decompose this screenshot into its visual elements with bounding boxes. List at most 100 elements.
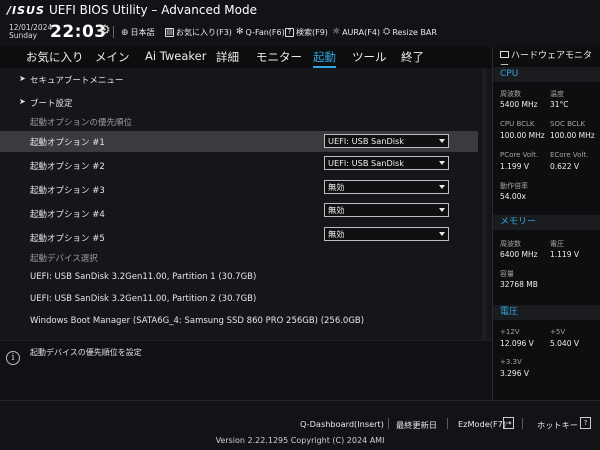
aura-label: AURA(F4) — [342, 27, 381, 37]
boot-device-item[interactable]: Windows Boot Manager (SATA6G_4: Samsung … — [0, 314, 478, 332]
search-label: 検索(F9) — [296, 28, 328, 37]
mem-freq-label: 周波数 — [500, 240, 521, 248]
ezmode-button[interactable]: EzMode(F7) — [458, 419, 506, 429]
boot-option-4-select[interactable]: 無効 — [324, 203, 449, 217]
header-divider — [113, 26, 114, 38]
main-scrollbar[interactable] — [482, 68, 487, 340]
day-text: Sunday — [9, 31, 38, 40]
fan-icon: ✻ — [236, 27, 244, 37]
cpu-section-header: CPU — [493, 67, 600, 82]
boot-option-label: 起動オプション #4 — [30, 210, 105, 220]
tab-exit[interactable]: 終了 — [401, 49, 424, 65]
pcore-volt-value: 1.199 V — [500, 162, 529, 171]
version-text: Version 2.22.1295 Copyright (C) 2024 AMI — [215, 436, 385, 445]
chevron-down-icon — [439, 232, 445, 236]
ecore-volt-label: ECore Volt. — [550, 151, 589, 159]
soc-bclk-value: 100.00 MHz — [550, 131, 595, 140]
aura-icon: ☼ — [332, 27, 341, 37]
voltage-section-header: 電圧 — [493, 305, 600, 320]
boot-option-5-select[interactable]: 無効 — [324, 227, 449, 241]
app-title: UEFI BIOS Utility – Advanced Mode — [49, 3, 257, 17]
v33-value: 3.296 V — [500, 369, 529, 378]
monitor-icon — [500, 51, 509, 58]
footer-bar: Q-Dashboard(Insert) 最終更新日 EzMode(F7) ⇥ ホ… — [0, 400, 600, 450]
mem-capacity-value: 32768 MB — [500, 280, 538, 289]
footer-divider — [522, 418, 523, 429]
q-dashboard-button[interactable]: Q-Dashboard(Insert) — [300, 419, 384, 429]
info-icon: i — [6, 351, 20, 365]
exit-arrow-icon[interactable]: ⇥ — [503, 417, 514, 429]
chevron-down-icon — [439, 185, 445, 189]
help-panel: i 起動デバイスの優先順位を設定 — [0, 340, 492, 400]
help-text: 起動デバイスの優先順位を設定 — [30, 348, 142, 357]
tab-advanced[interactable]: 詳細 — [216, 49, 239, 65]
hardware-monitor: ハードウェアモニター CPU 周波数 温度 5400 MHz 31°C CPU … — [492, 47, 600, 400]
v5-value: 5.040 V — [550, 339, 579, 348]
cpu-temp-value: 31°C — [550, 100, 569, 109]
boot-device-item[interactable]: UEFI: USB SanDisk 3.2Gen11.00, Partition… — [0, 292, 478, 310]
last-modified-button[interactable]: 最終更新日 — [396, 419, 437, 431]
globe-icon: ⊕ — [121, 27, 129, 38]
hotkeys-button[interactable]: ホットキー — [537, 419, 578, 431]
qfan-label: Q-Fan(F6) — [245, 27, 285, 37]
resize-icon: ⛭ — [383, 27, 391, 37]
favorites-icon: ▤ — [165, 28, 174, 37]
cpu-bclk-value: 100.00 MHz — [500, 131, 545, 140]
footer-divider — [447, 418, 448, 429]
cpu-ratio-label: 動作倍率 — [500, 182, 528, 190]
boot-option-label: 起動オプション #3 — [30, 186, 105, 196]
asus-logo: /ISUS — [7, 4, 45, 17]
aura-button[interactable]: ☼ AURA(F4) — [332, 27, 380, 37]
search-button[interactable]: ? 検索(F9) — [285, 27, 328, 38]
footer-divider — [388, 418, 389, 429]
top-header: /ISUS UEFI BIOS Utility – Advanced Mode … — [0, 0, 600, 47]
tab-boot[interactable]: 起動 — [313, 49, 336, 68]
chevron-down-icon — [439, 139, 445, 143]
boot-device-item[interactable]: UEFI: USB SanDisk 3.2Gen11.00, Partition… — [0, 270, 478, 288]
hotkey-icon[interactable]: ? — [580, 417, 591, 429]
tab-ai-tweaker[interactable]: Ai Tweaker — [145, 49, 206, 63]
cpu-bclk-label: CPU BCLK — [500, 120, 535, 128]
resize-bar-label: Resize BAR — [392, 27, 437, 37]
secure-boot-menu[interactable]: ➤ セキュアブートメニュー — [0, 74, 478, 88]
expand-arrow-icon: ➤ — [19, 97, 26, 106]
memory-section-header: メモリー — [493, 215, 600, 230]
chevron-down-icon — [439, 161, 445, 165]
boot-option-1-select[interactable]: UEFI: USB SanDisk 3.2Gen1 — [324, 134, 449, 148]
mem-volt-label: 電圧 — [550, 240, 564, 248]
tab-tool[interactable]: ツール — [352, 49, 387, 65]
cpu-temp-label: 温度 — [550, 90, 564, 98]
gear-icon[interactable]: ⚙ — [99, 23, 111, 38]
favorites-button[interactable]: ▤ お気に入り(F3) — [165, 27, 232, 38]
resize-bar-button[interactable]: ⛭ Resize BAR — [383, 27, 437, 37]
mem-freq-value: 6400 MHz — [500, 250, 538, 259]
tab-main[interactable]: メイン — [95, 49, 130, 65]
qfan-button[interactable]: ✻ Q-Fan(F6) — [236, 27, 285, 37]
boot-option-label: 起動オプション #2 — [30, 162, 105, 172]
date-display: 12/01/2024 Sunday — [9, 24, 52, 40]
v12-value: 12.096 V — [500, 339, 534, 348]
expand-arrow-icon: ➤ — [19, 74, 26, 83]
favorites-label: お気に入り(F3) — [176, 28, 232, 37]
cpu-ratio-value: 54.00x — [500, 192, 526, 201]
boot-settings-panel: ➤ セキュアブートメニュー ➤ ブート設定 起動オプションの優先順位 起動オプシ… — [0, 68, 492, 340]
main-menu: お気に入り メイン Ai Tweaker 詳細 モニター 起動 ツール 終了 — [0, 47, 492, 68]
boot-priority-header: 起動オプションの優先順位 — [30, 118, 133, 128]
ecore-volt-value: 0.622 V — [550, 162, 579, 171]
boot-option-2-select[interactable]: UEFI: USB SanDisk 3.2Gen1 — [324, 156, 449, 170]
tab-favorites[interactable]: お気に入り — [26, 49, 84, 65]
boot-option-3-select[interactable]: 無効 — [324, 180, 449, 194]
language-button[interactable]: ⊕ 日本語 — [121, 27, 155, 38]
boot-configuration[interactable]: ➤ ブート設定 — [0, 97, 478, 111]
boot-option-label: 起動オプション #5 — [30, 234, 105, 244]
mem-capacity-label: 容量 — [500, 270, 514, 278]
v5-label: +5V — [550, 328, 566, 336]
language-label: 日本語 — [130, 28, 155, 37]
v12-label: +12V — [500, 328, 520, 336]
boot-option-label: 起動オプション #1 — [30, 138, 105, 148]
help-icon: ? — [285, 28, 294, 37]
tab-monitor[interactable]: モニター — [256, 49, 302, 65]
cpu-freq-value: 5400 MHz — [500, 100, 538, 109]
pcore-volt-label: PCore Volt. — [500, 151, 539, 159]
soc-bclk-label: SOC BCLK — [550, 120, 586, 128]
